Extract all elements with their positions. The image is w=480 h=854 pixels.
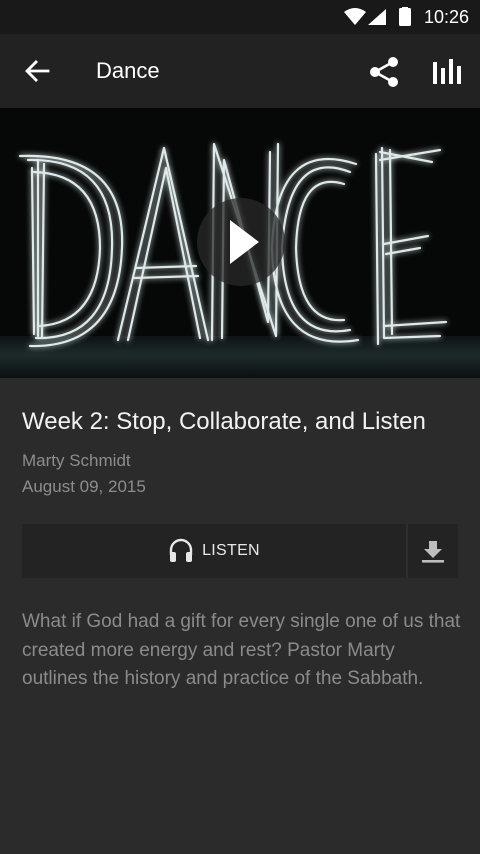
status-bar: 10:26 bbox=[0, 0, 480, 34]
status-icons bbox=[344, 7, 411, 26]
back-arrow-icon[interactable] bbox=[22, 56, 52, 86]
sermon-speaker: Marty Schmidt bbox=[22, 451, 131, 470]
play-button[interactable] bbox=[197, 198, 285, 286]
status-time: 10:26 bbox=[423, 7, 469, 27]
stats-icon[interactable] bbox=[430, 54, 466, 90]
listen-button[interactable]: LISTEN bbox=[22, 524, 406, 578]
wifi-icon bbox=[344, 8, 366, 25]
hero-image bbox=[0, 108, 480, 378]
headphones-icon bbox=[169, 538, 193, 562]
download-icon bbox=[422, 541, 444, 563]
app-bar: Dance bbox=[0, 34, 480, 108]
sermon-date: August 09, 2015 bbox=[22, 477, 146, 496]
share-icon[interactable] bbox=[366, 54, 402, 90]
play-icon bbox=[230, 220, 259, 264]
sermon-title: Week 2: Stop, Collaborate, and Listen bbox=[22, 408, 426, 435]
media-actions: LISTEN bbox=[22, 524, 458, 578]
sermon-description: What if God had a gift for every single … bbox=[22, 611, 461, 689]
download-button[interactable] bbox=[408, 524, 458, 578]
page-title: Dance bbox=[96, 58, 160, 83]
battery-icon bbox=[399, 7, 411, 26]
signal-icon bbox=[368, 9, 386, 25]
listen-label: LISTEN bbox=[202, 542, 260, 559]
